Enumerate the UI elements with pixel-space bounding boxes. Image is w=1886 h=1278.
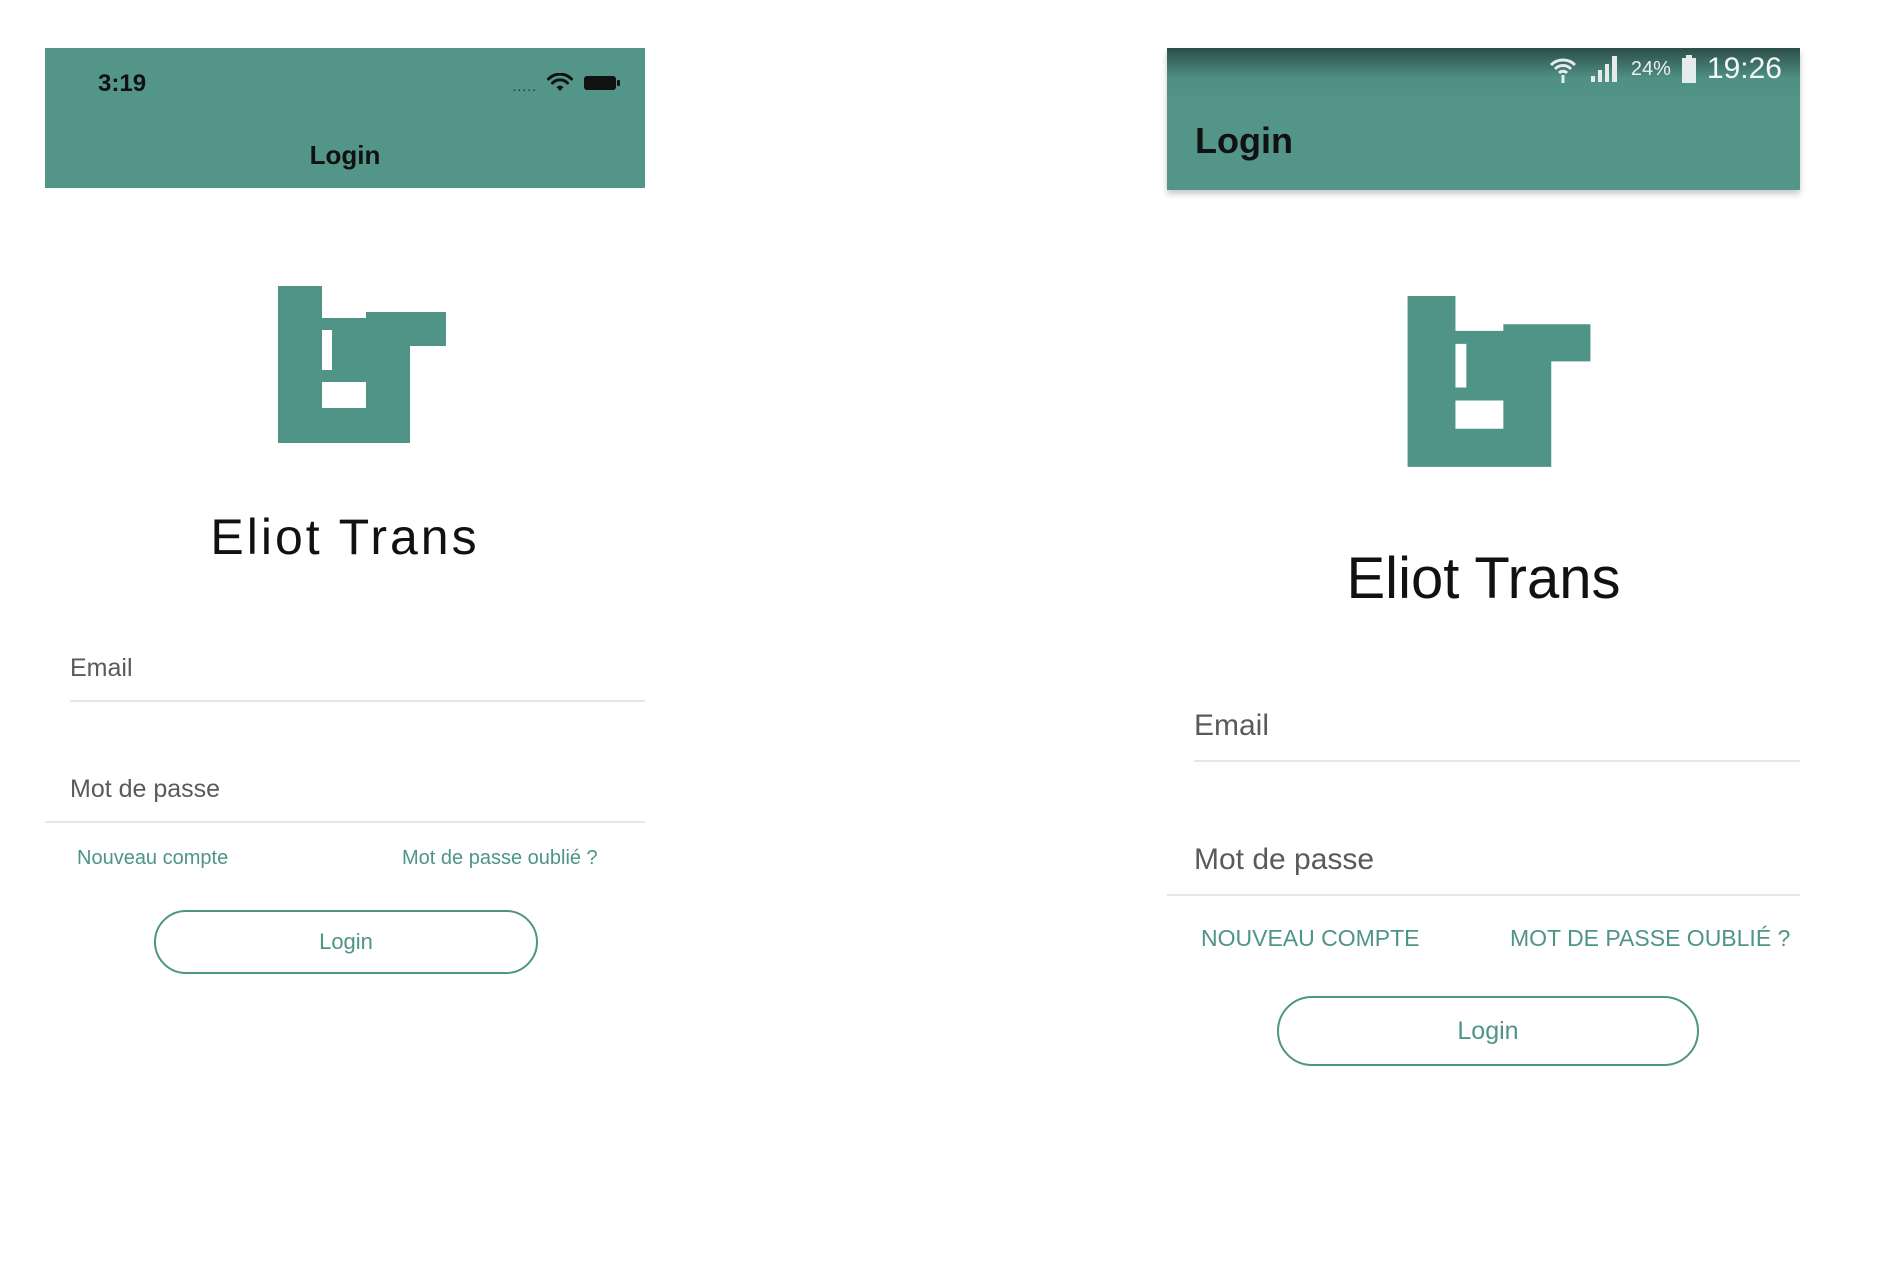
page-title: Login — [1195, 120, 1293, 161]
android-app-header: 24% 19:26 Login — [1167, 48, 1800, 190]
cell-signal-icon — [1590, 56, 1617, 82]
wifi-icon — [1549, 58, 1576, 83]
password-field[interactable] — [70, 769, 630, 809]
password-field-container — [45, 765, 645, 823]
ios-login-screen: 3:19 ..... Login Eliot Trans Nouveau com… — [45, 0, 645, 1278]
android-login-screen: 24% 19:26 Login Eliot Trans NOUVEAU COMP… — [1167, 0, 1800, 1278]
eliot-trans-logo — [1407, 296, 1591, 467]
password-field[interactable] — [1194, 838, 1784, 882]
password-field-container — [1167, 834, 1800, 896]
battery-percent: 24% — [1630, 57, 1671, 80]
email-field-container — [1194, 700, 1800, 762]
new-account-link[interactable]: Nouveau compte — [77, 847, 228, 870]
email-field[interactable] — [1194, 704, 1800, 748]
email-field-container — [70, 644, 645, 702]
brand-name: Eliot Trans — [210, 509, 480, 565]
page-title: Login — [309, 140, 381, 170]
forgot-password-link[interactable]: Mot de passe oublié ? — [402, 847, 598, 870]
ios-app-header: 3:19 ..... Login — [45, 48, 645, 188]
status-bar: 24% 19:26 — [1547, 52, 1782, 86]
eliot-trans-logo — [278, 286, 446, 443]
brand-name: Eliot Trans — [1346, 546, 1621, 611]
login-button[interactable]: Login — [154, 910, 538, 974]
forgot-password-link[interactable]: MOT DE PASSE OUBLIÉ ? — [1510, 925, 1790, 952]
new-account-link[interactable]: NOUVEAU COMPTE — [1201, 925, 1420, 952]
status-time: 19:26 — [1706, 52, 1782, 85]
status-icons: ..... — [513, 72, 621, 94]
battery-icon — [1681, 55, 1696, 83]
email-field[interactable] — [70, 648, 645, 688]
login-button[interactable]: Login — [1277, 996, 1699, 1066]
signal-dots: ..... — [512, 78, 537, 94]
wifi-icon — [547, 73, 573, 91]
status-time: 3:19 — [98, 70, 147, 97]
battery-icon — [584, 76, 620, 90]
